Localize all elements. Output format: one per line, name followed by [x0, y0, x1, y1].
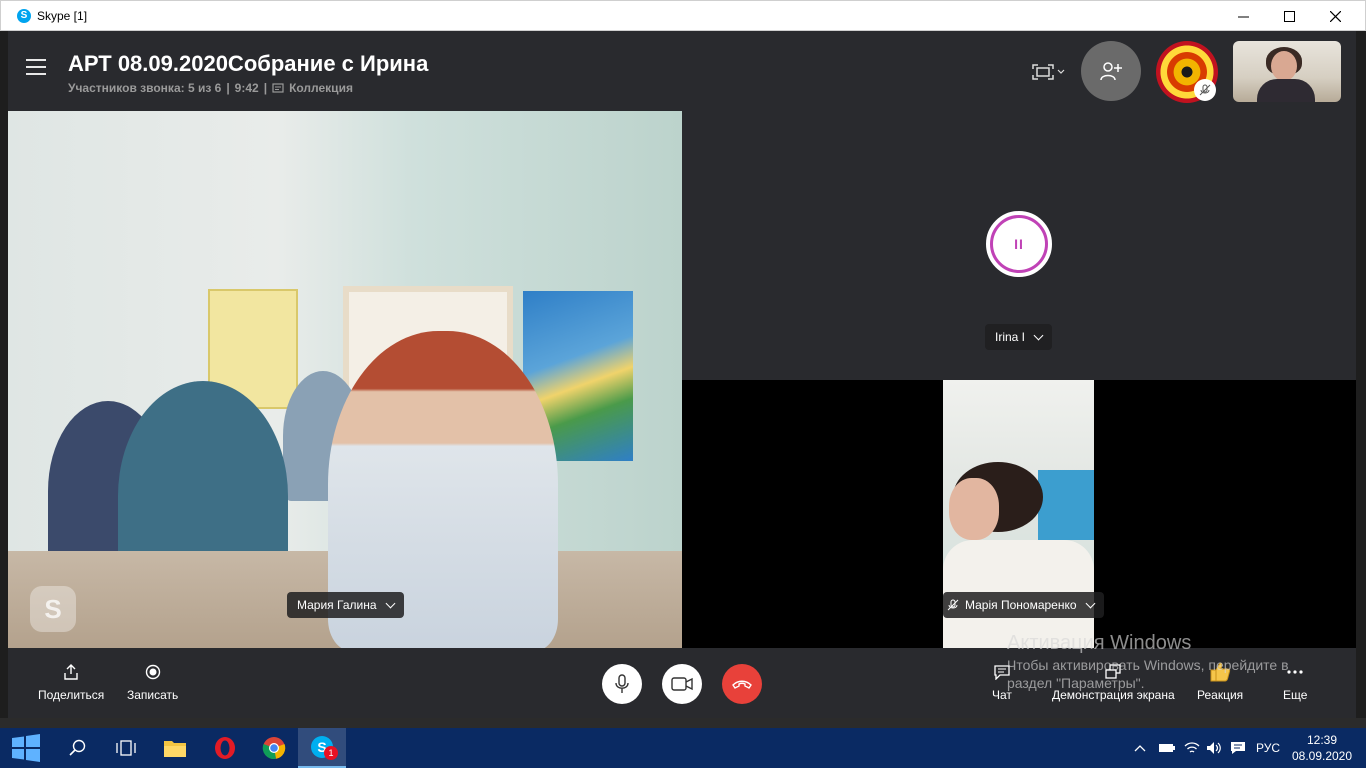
- input-language[interactable]: РУС: [1256, 741, 1280, 755]
- speaker-avatar: II: [986, 211, 1052, 277]
- menu-hamburger-icon[interactable]: [26, 59, 46, 75]
- participant-name: Марія Пономаренко: [965, 598, 1077, 612]
- subtitle-separator-2: |: [263, 81, 268, 95]
- chrome-button[interactable]: [250, 728, 298, 768]
- activation-title: Активация Windows: [1007, 632, 1192, 654]
- share-label: Поделиться: [38, 688, 105, 702]
- hang-up-icon: [732, 680, 752, 689]
- minimize-button[interactable]: [1220, 1, 1266, 31]
- chevron-down-icon: [1033, 330, 1044, 340]
- close-icon: [1329, 10, 1341, 22]
- screen: S Skype [1] АРТ 08.09.2020Собрание с Ири…: [0, 0, 1366, 768]
- task-view-button[interactable]: [102, 728, 150, 768]
- close-button[interactable]: [1312, 1, 1358, 31]
- folder-icon: [164, 741, 186, 757]
- more-dots-icon: [1287, 670, 1303, 674]
- video-camera-icon: [671, 677, 693, 691]
- notification-badge: 1: [324, 746, 338, 760]
- system-tray: РУС: [1134, 728, 1280, 768]
- search-button[interactable]: [54, 728, 102, 768]
- window-frame-right: [1356, 31, 1366, 718]
- layout-switch-button[interactable]: [1032, 61, 1068, 83]
- call-duration: 9:42: [234, 81, 259, 95]
- main-video-tile[interactable]: S: [8, 111, 682, 648]
- chevron-down-icon: [1085, 598, 1095, 608]
- skype-app-icon: S: [17, 8, 31, 23]
- chrome-icon: [262, 737, 286, 760]
- volume-icon[interactable]: [1206, 741, 1222, 755]
- activation-line: раздел "Параметры".: [1007, 675, 1145, 691]
- window-frame-left: [0, 31, 8, 718]
- windows-activation-watermark: Активация Windows Чтобы активировать Win…: [1007, 632, 1289, 691]
- record-button[interactable]: Записать: [127, 664, 178, 702]
- start-button[interactable]: [2, 728, 50, 768]
- message-icon[interactable]: [1230, 741, 1246, 755]
- fullscreen-frame-icon: [1032, 64, 1054, 80]
- main-participant-name-tag[interactable]: Мария Галина: [287, 592, 404, 618]
- maximize-button[interactable]: [1266, 1, 1312, 31]
- participant-name: Irina I: [995, 330, 1026, 344]
- chevron-down-icon: [1057, 69, 1065, 74]
- opera-icon: [215, 737, 235, 759]
- skype-taskbar-button[interactable]: S 1: [298, 728, 346, 768]
- mic-off-icon: [1199, 84, 1211, 96]
- windows-logo-icon: [12, 734, 40, 762]
- add-person-icon: [1100, 62, 1122, 81]
- add-participant-button[interactable]: [1081, 41, 1141, 101]
- call-subtitle: Участников звонка: 5 из 6 | 9:42 | Колле…: [68, 81, 353, 95]
- task-view-icon: [116, 740, 136, 756]
- call-title: АРТ 08.09.2020Собрание с Ирина: [68, 51, 429, 76]
- taskbar-clock[interactable]: 12:39 08.09.2020: [1290, 732, 1354, 764]
- search-icon: [69, 739, 86, 756]
- share-button[interactable]: Поделиться: [38, 664, 104, 702]
- call-header: АРТ 08.09.2020Собрание с Ирина Участнико…: [8, 31, 1356, 111]
- video-wall-poster: [1038, 470, 1094, 540]
- camera-button[interactable]: [662, 664, 702, 704]
- collection-link[interactable]: Коллекция: [289, 81, 353, 95]
- participant-name: Мария Галина: [297, 598, 377, 612]
- end-call-button[interactable]: [722, 664, 762, 704]
- small-participant-name-tag[interactable]: Марія Пономаренко: [943, 592, 1104, 618]
- mic-off-icon: [947, 599, 959, 611]
- file-explorer-button[interactable]: [151, 728, 199, 768]
- gallery-icon: [272, 83, 284, 93]
- maximize-icon: [1283, 10, 1295, 22]
- chevron-up-icon[interactable]: [1134, 744, 1146, 752]
- participants-count: Участников звонка: 5 из 6: [68, 81, 222, 95]
- preview-body: [1257, 79, 1315, 102]
- window-title: Skype [1]: [37, 8, 88, 23]
- wifi-icon[interactable]: [1184, 741, 1200, 755]
- microphone-icon: [615, 674, 629, 693]
- clock-time: 12:39: [1306, 733, 1338, 747]
- windows-taskbar: S 1 РУС 12:39 08.09.2020: [0, 728, 1366, 768]
- battery-icon[interactable]: [1158, 743, 1176, 753]
- window-titlebar: S Skype [1]: [0, 0, 1366, 31]
- chevron-down-icon: [385, 598, 395, 608]
- skype-watermark-icon: S: [30, 586, 76, 632]
- avatar-muted-badge: [1194, 79, 1216, 101]
- self-video-preview[interactable]: [1233, 41, 1341, 102]
- record-label: Записать: [127, 688, 179, 702]
- speaker-name-tag[interactable]: Irina I: [985, 324, 1053, 350]
- video-face: [949, 478, 999, 540]
- record-icon: [145, 664, 160, 680]
- activation-line: Чтобы активировать Windows, перейдите в: [1007, 657, 1289, 673]
- clock-date: 08.09.2020: [1291, 749, 1353, 763]
- opera-button[interactable]: [201, 728, 249, 768]
- on-hold-icon: II: [1014, 236, 1024, 252]
- subtitle-separator: |: [226, 81, 230, 95]
- microphone-button[interactable]: [602, 664, 642, 704]
- share-icon: [64, 664, 78, 680]
- preview-face: [1271, 51, 1297, 81]
- minimize-icon: [1237, 16, 1249, 17]
